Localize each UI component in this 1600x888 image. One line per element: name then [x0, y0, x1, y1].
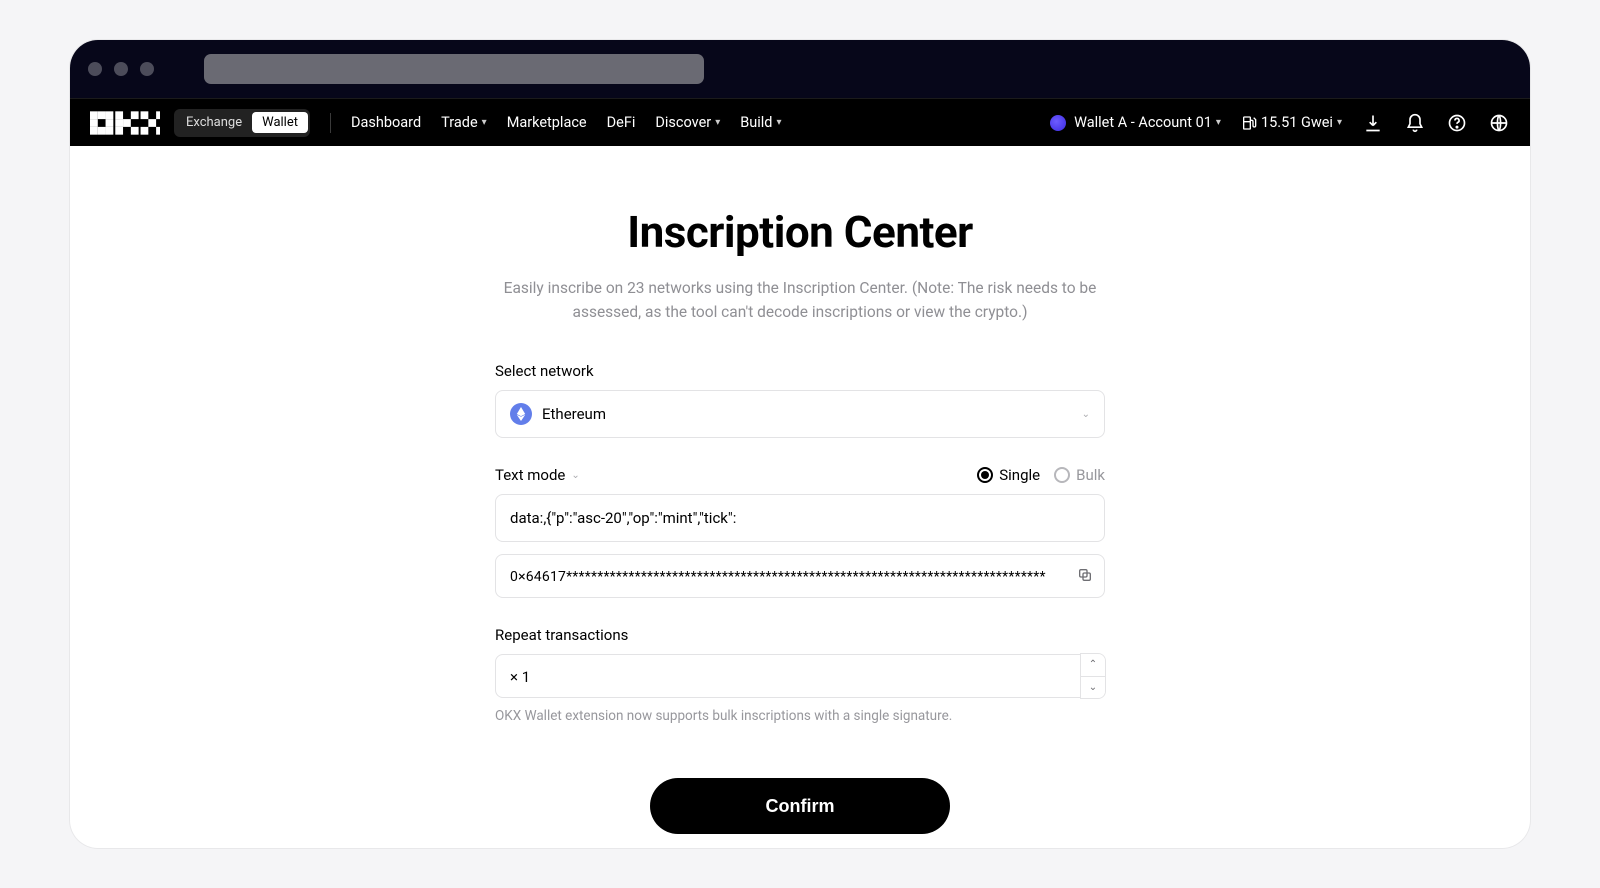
chevron-down-icon: ▾ — [482, 117, 487, 128]
main-menu: Dashboard Trade ▾ Marketplace DeFi Disco… — [351, 114, 782, 131]
bell-icon[interactable] — [1404, 112, 1426, 134]
chevron-down-icon: ▾ — [715, 117, 720, 128]
text-mode-toggle[interactable]: Text mode ⌄ — [495, 466, 580, 484]
text-mode-label: Text mode — [495, 466, 565, 484]
top-nav: Exchange Wallet Dashboard Trade ▾ Market… — [70, 98, 1530, 146]
text-input-value: data:,{"p":"asc-20","op":"mint","tick": — [510, 509, 736, 527]
close-dot[interactable] — [88, 62, 102, 76]
divider — [330, 113, 331, 133]
repeat-input[interactable]: × 1 — [495, 654, 1105, 698]
network-label: Select network — [495, 362, 1105, 380]
traffic-lights — [88, 62, 154, 76]
wallet-avatar-icon — [1050, 115, 1066, 131]
nav-defi[interactable]: DeFi — [607, 114, 636, 131]
nav-trade-label: Trade — [441, 114, 478, 131]
ethereum-icon — [510, 403, 532, 425]
segment-exchange[interactable]: Exchange — [176, 112, 252, 133]
nav-right: Wallet A - Account 01 ▾ 15.51 Gwei ▾ — [1050, 112, 1510, 134]
mode-segment: Exchange Wallet — [174, 109, 310, 137]
page-subtitle: Easily inscribe on 23 networks using the… — [500, 276, 1100, 324]
globe-icon[interactable] — [1488, 112, 1510, 134]
gas-indicator[interactable]: 15.51 Gwei ▾ — [1241, 114, 1342, 131]
nav-discover[interactable]: Discover ▾ — [655, 114, 720, 131]
okx-logo[interactable] — [90, 110, 160, 136]
confirm-button[interactable]: Confirm — [650, 778, 950, 834]
gas-pump-icon — [1241, 115, 1257, 131]
radio-icon — [977, 467, 993, 483]
help-icon[interactable] — [1446, 112, 1468, 134]
browser-window: Exchange Wallet Dashboard Trade ▾ Market… — [70, 40, 1530, 848]
chevron-down-icon: ⌄ — [571, 470, 579, 481]
step-up-button[interactable]: ⌃ — [1081, 654, 1105, 676]
repeat-hint: OKX Wallet extension now supports bulk i… — [495, 708, 1105, 724]
page-content: Inscription Center Easily inscribe on 23… — [70, 146, 1530, 848]
network-select[interactable]: Ethereum ⌄ — [495, 390, 1105, 438]
radio-bulk[interactable]: Bulk — [1054, 466, 1105, 484]
segment-wallet[interactable]: Wallet — [252, 112, 308, 133]
repeat-stepper: × 1 ⌃ ⌄ — [495, 654, 1105, 698]
bulk-label: Bulk — [1076, 466, 1105, 484]
nav-trade[interactable]: Trade ▾ — [441, 114, 487, 131]
chevron-down-icon: ▾ — [1216, 117, 1221, 128]
hex-output: 0×64617*********************************… — [495, 554, 1105, 598]
nav-dashboard[interactable]: Dashboard — [351, 114, 421, 131]
url-bar[interactable] — [204, 54, 704, 84]
repeat-label: Repeat transactions — [495, 626, 1105, 644]
nav-build[interactable]: Build ▾ — [740, 114, 781, 131]
download-icon[interactable] — [1362, 112, 1384, 134]
mode-radio-group: Single Bulk — [977, 466, 1105, 484]
inscription-text-input[interactable]: data:,{"p":"asc-20","op":"mint","tick": — [495, 494, 1105, 542]
nav-build-label: Build — [740, 114, 772, 131]
min-dot[interactable] — [114, 62, 128, 76]
step-down-button[interactable]: ⌄ — [1081, 676, 1105, 699]
copy-icon[interactable] — [1077, 567, 1095, 585]
network-selected-value: Ethereum — [542, 405, 606, 423]
hex-row: 0×64617*********************************… — [495, 554, 1105, 598]
page-title: Inscription Center — [627, 206, 973, 258]
chevron-down-icon: ▾ — [776, 117, 781, 128]
radio-icon — [1054, 467, 1070, 483]
single-label: Single — [999, 466, 1040, 484]
chevron-down-icon: ⌄ — [1082, 409, 1090, 420]
gas-label: 15.51 Gwei — [1261, 114, 1333, 131]
nav-marketplace[interactable]: Marketplace — [507, 114, 587, 131]
wallet-selector[interactable]: Wallet A - Account 01 ▾ — [1050, 114, 1221, 131]
radio-single[interactable]: Single — [977, 466, 1040, 484]
chevron-down-icon: ▾ — [1337, 117, 1342, 128]
inscription-form: Select network Ethereum ⌄ Text mode ⌄ — [495, 362, 1105, 834]
nav-discover-label: Discover — [655, 114, 711, 131]
max-dot[interactable] — [140, 62, 154, 76]
wallet-label: Wallet A - Account 01 — [1074, 114, 1212, 131]
titlebar — [70, 40, 1530, 98]
